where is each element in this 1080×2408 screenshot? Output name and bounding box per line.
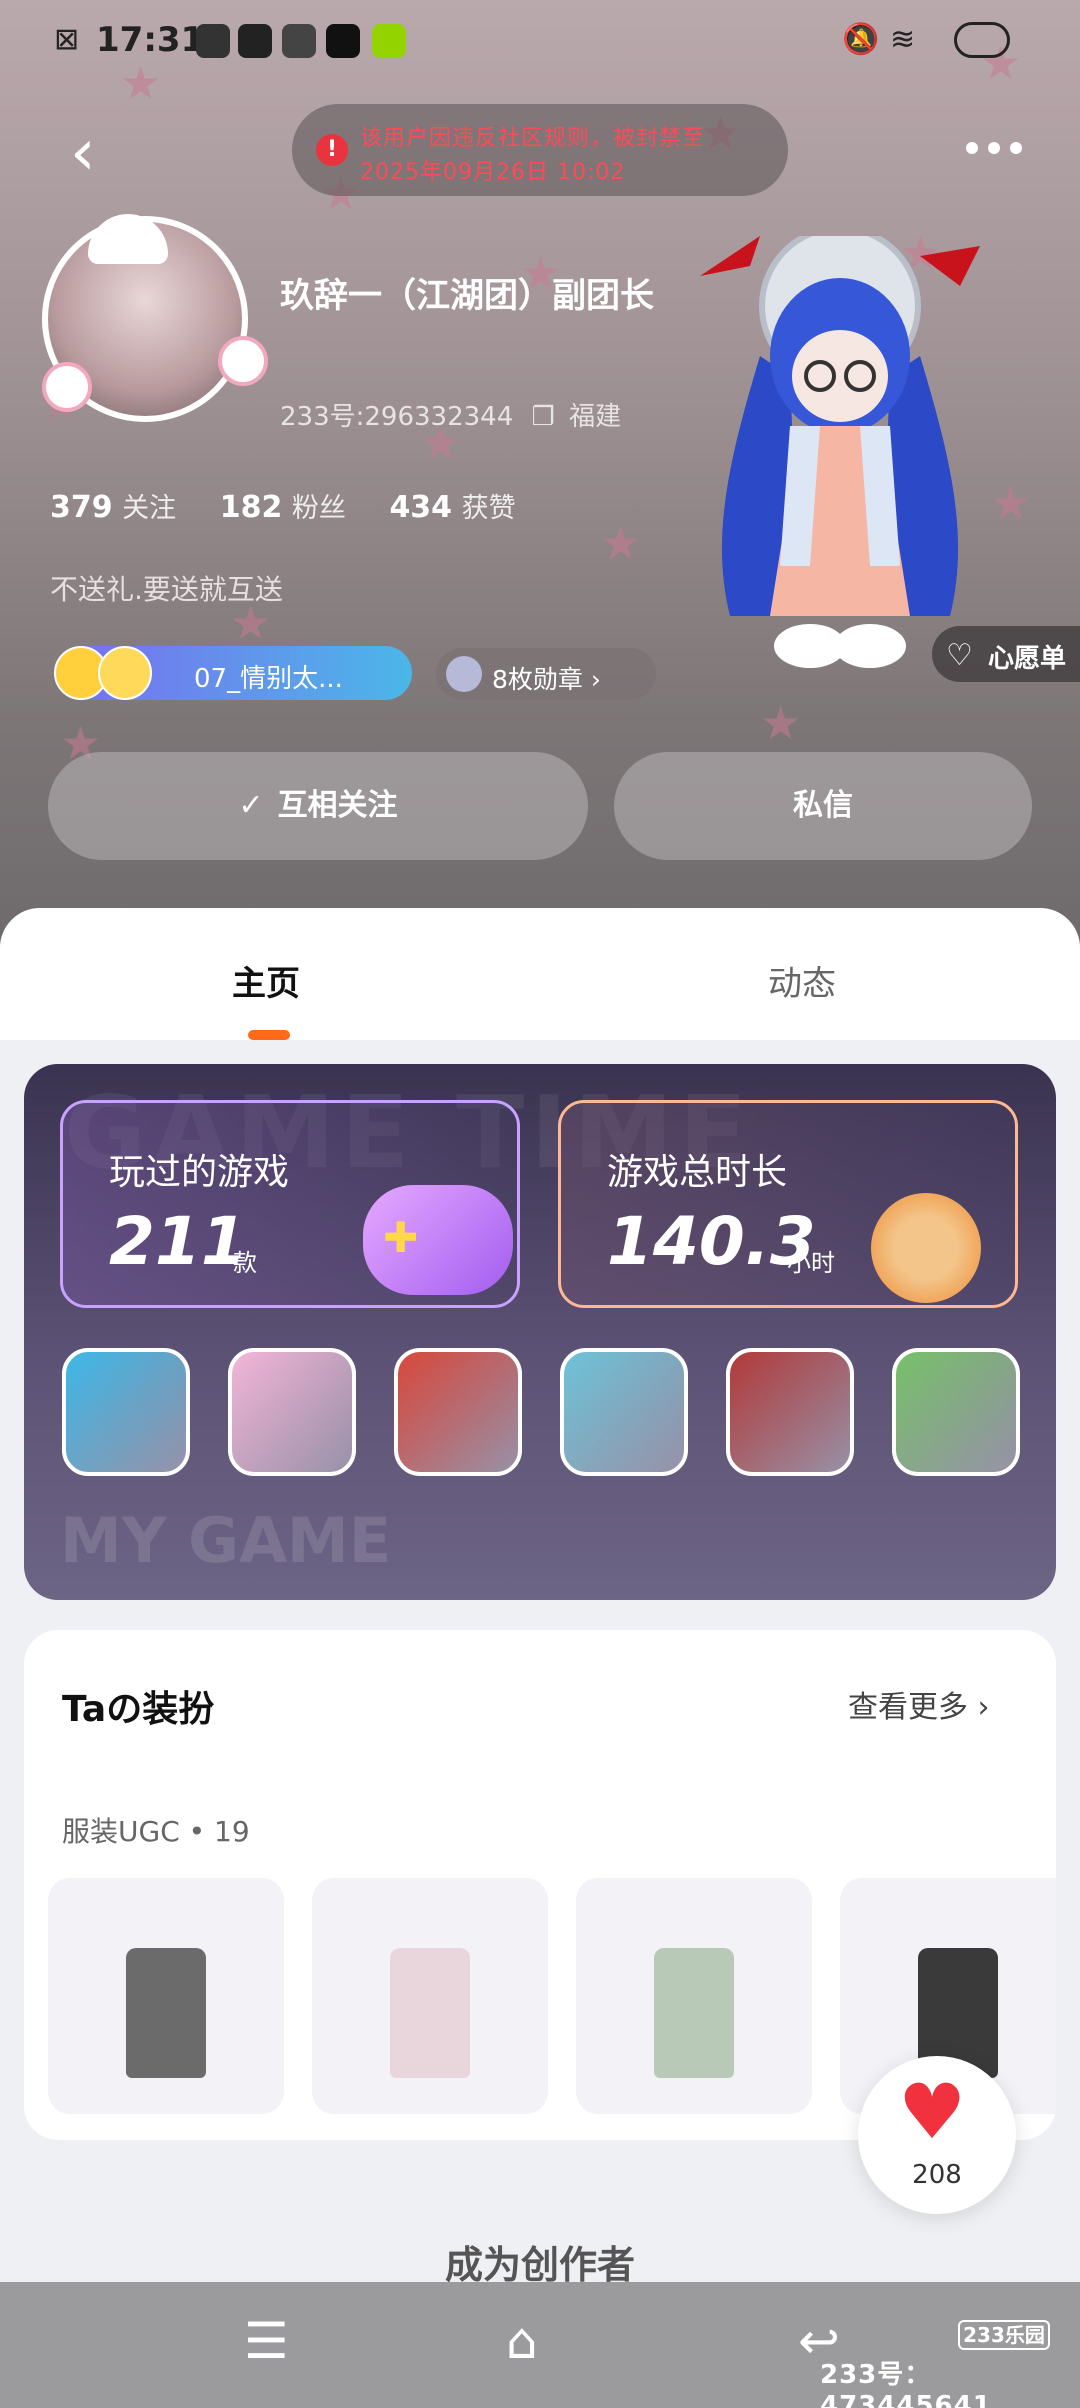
become-creator-link[interactable]: 成为创作者: [0, 2234, 1080, 2289]
game-icon[interactable]: [394, 1348, 522, 1476]
see-more-label: 查看更多: [848, 1690, 968, 1725]
dress-image: [126, 1948, 206, 2078]
games-played-unit: 款: [233, 1249, 257, 1277]
dress-image: [654, 1948, 734, 2078]
outfit-item[interactable]: [312, 1878, 548, 2114]
wifi-icon: ≋: [890, 22, 916, 57]
fans-label[interactable]: 粉丝: [292, 493, 346, 524]
follow-button-label: 互相关注: [277, 788, 398, 823]
watermark-id: 233号：473445641: [820, 2360, 992, 2408]
user-id-row: 233号:296332344 ❐ 福建: [280, 396, 621, 433]
tab-indicator: [248, 1030, 290, 1040]
heart-outline-icon: ♡: [946, 638, 973, 673]
content-sheet: 主页 动态 GAME TIME MY GAME 玩过的游戏 211 款 游戏总时…: [0, 908, 1080, 2408]
profile-stats: 379 关注 182 粉丝 434 获赞: [50, 486, 550, 525]
tab-home[interactable]: 主页: [232, 956, 300, 1005]
platform-logo: 233乐园: [958, 2320, 1050, 2350]
play-time-value: 140.3: [607, 1203, 816, 1280]
follow-button[interactable]: ✓ 互相关注: [48, 752, 588, 860]
game-icon[interactable]: [560, 1348, 688, 1476]
wishlist-button[interactable]: ♡ 心愿单: [932, 626, 1080, 682]
game-icon[interactable]: [892, 1348, 1020, 1476]
more-dots-icon: [1010, 142, 1022, 154]
copy-icon[interactable]: ❐: [532, 402, 555, 432]
badge-chip-label: 8枚勋章: [492, 665, 583, 694]
ban-notice-line1: 该用户因违反社区规则，被封禁至: [360, 126, 706, 151]
badge-chip[interactable]: 8枚勋章 ›: [436, 648, 656, 700]
star-decoration: ★: [600, 516, 642, 570]
avatar[interactable]: [42, 214, 268, 422]
paw-decoration: [42, 362, 92, 412]
played-games-list: [62, 1348, 1042, 1478]
tab-feed[interactable]: 动态: [768, 956, 836, 1005]
more-options-button[interactable]: [966, 128, 1026, 168]
like-button[interactable]: ♥ 208: [858, 2056, 1016, 2214]
user-id: 233号:296332344: [280, 402, 514, 432]
signature: 不送礼.要送就互送: [50, 573, 283, 606]
games-played-box[interactable]: 玩过的游戏 211 款: [60, 1100, 520, 1308]
outfit-ugc-count: 服装UGC • 19: [62, 1815, 250, 1848]
play-time-unit: 小时: [787, 1249, 835, 1277]
more-dots-icon: [966, 142, 978, 154]
following-count[interactable]: 379: [50, 490, 113, 525]
group-chip-label: 07_情别太...: [194, 664, 343, 694]
likes-label: 获赞: [461, 493, 516, 524]
game-icon[interactable]: [228, 1348, 356, 1476]
outfit-item[interactable]: [48, 1878, 284, 2114]
menu-icon[interactable]: ☰: [244, 2316, 289, 2366]
like-count: 208: [912, 2160, 962, 2190]
group-chip[interactable]: 07_情别太...: [54, 646, 412, 700]
heart-icon: ♥: [898, 2067, 967, 2156]
game-stats-card[interactable]: GAME TIME MY GAME 玩过的游戏 211 款 游戏总时长 140.…: [24, 1064, 1056, 1600]
outfit-item[interactable]: [576, 1878, 812, 2114]
ban-notice: ! 该用户因违反社区规则，被封禁至 2025年09月26日 10:02: [292, 104, 788, 196]
tiktok-icon: [238, 24, 272, 58]
mute-icon: 🔕: [842, 22, 880, 57]
wishlist-label: 心愿单: [988, 644, 1067, 674]
outfit-card-title: Taの装扮: [62, 1689, 215, 1730]
gamepad-icon: [363, 1185, 513, 1295]
likes-count: 434: [389, 490, 453, 525]
message-button-label: 私信: [793, 788, 853, 823]
star-eyes-emoji-icon: [98, 646, 152, 700]
sim-icon: ⊠: [54, 22, 80, 57]
app-notification-icon: [196, 24, 230, 58]
play-time-box[interactable]: 游戏总时长 140.3 小时: [558, 1100, 1018, 1308]
dress-image: [390, 1948, 470, 2078]
fans-count[interactable]: 182: [220, 490, 283, 525]
medal-icon: [446, 656, 482, 692]
message-button[interactable]: 私信: [614, 752, 1032, 860]
tab-bar: 主页 动态: [0, 908, 1080, 1040]
games-played-count: 211: [109, 1203, 247, 1280]
music-app-icon: [326, 24, 360, 58]
more-dots-icon: [988, 142, 1000, 154]
warning-icon: !: [316, 134, 348, 166]
paw-decoration: [218, 336, 268, 386]
home-icon[interactable]: ⌂: [506, 2316, 538, 2366]
my-game-watermark: MY GAME: [60, 1504, 392, 1577]
chevron-left-icon: ‹: [70, 116, 96, 190]
back-button[interactable]: ‹: [70, 118, 130, 188]
app-notification-icon: [372, 24, 406, 58]
avatar-character-figure[interactable]: [690, 236, 990, 676]
chevron-right-icon: ›: [977, 1690, 990, 1725]
check-icon: ✓: [238, 788, 264, 823]
see-more-link[interactable]: 查看更多 ›: [848, 1682, 990, 1726]
games-played-label: 玩过的游戏: [109, 1152, 290, 1193]
status-bar: ⊠ 17:31 🔕 ≋: [0, 0, 1080, 84]
game-icon[interactable]: [726, 1348, 854, 1476]
battery-icon: [954, 22, 1010, 58]
following-label[interactable]: 关注: [122, 493, 176, 524]
stopwatch-icon: [871, 1193, 981, 1303]
star-decoration: ★: [760, 696, 802, 750]
play-time-label: 游戏总时长: [607, 1152, 788, 1193]
location: 福建: [569, 402, 622, 432]
ban-notice-line2: 2025年09月26日 10:02: [360, 160, 626, 185]
game-icon[interactable]: [62, 1348, 190, 1476]
status-time: 17:31: [96, 20, 205, 60]
nickname: 玖辞一（江湖团）副团长: [280, 276, 654, 316]
star-decoration: ★: [990, 476, 1032, 530]
app-notification-icon: [282, 24, 316, 58]
